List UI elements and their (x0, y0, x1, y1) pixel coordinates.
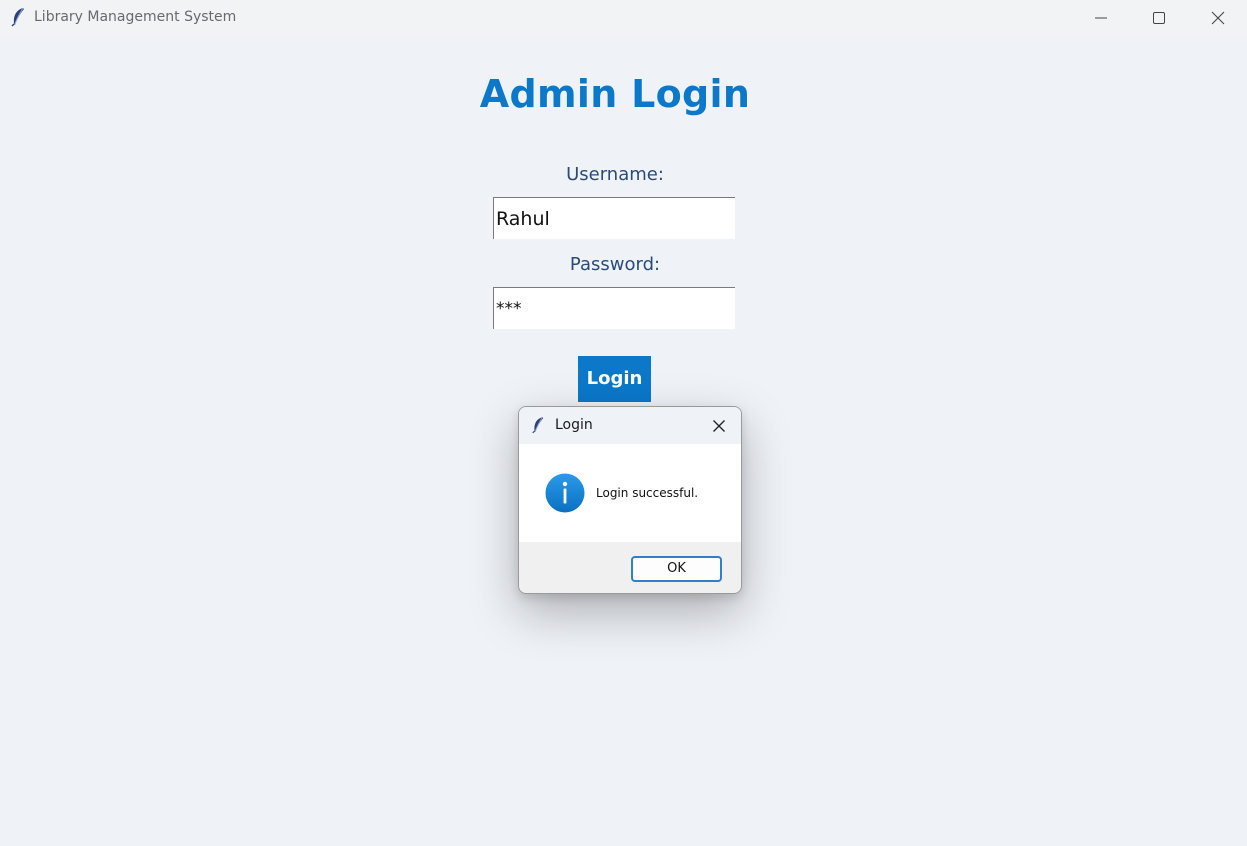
login-button[interactable]: Login (578, 356, 651, 402)
title-bar[interactable]: Library Management System (0, 0, 1247, 36)
main-window: Library Management System Admin Login Us… (0, 0, 1247, 846)
maximize-button[interactable] (1130, 0, 1188, 36)
username-field[interactable]: Rahul (493, 197, 735, 239)
close-icon (713, 420, 725, 432)
password-field[interactable]: *** (493, 287, 735, 329)
dialog-body: Login successful. (519, 444, 741, 542)
info-icon (545, 473, 585, 513)
page-title: Admin Login (479, 72, 751, 116)
window-title: Library Management System (34, 9, 237, 25)
close-icon (1211, 11, 1225, 25)
minimize-button[interactable] (1072, 0, 1130, 36)
ok-button[interactable]: OK (631, 556, 722, 582)
password-label: Password: (569, 254, 661, 275)
minimize-icon (1095, 17, 1107, 19)
maximize-icon (1153, 12, 1165, 24)
dialog-message: Login successful. (596, 486, 699, 500)
dialog-close-button[interactable] (705, 413, 733, 439)
dialog-title-bar[interactable]: Login (519, 407, 741, 444)
username-label: Username: (566, 164, 664, 185)
dialog-title: Login (555, 417, 593, 433)
feather-icon (532, 416, 544, 434)
feather-icon (11, 7, 24, 27)
close-button[interactable] (1189, 0, 1247, 36)
login-dialog: Login Login successful. OK (518, 406, 742, 594)
